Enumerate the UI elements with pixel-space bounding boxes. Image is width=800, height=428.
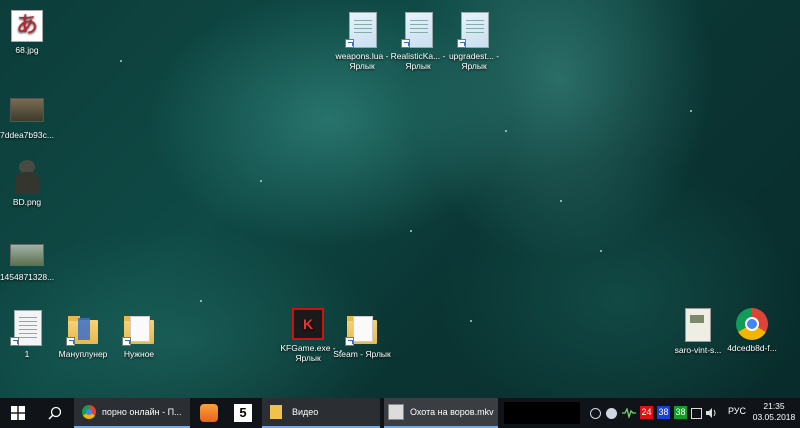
image-thumbnail-icon <box>10 98 44 122</box>
windows-logo-icon <box>11 406 25 420</box>
desktop-icon-68-jpg[interactable]: あ 68.jpg <box>0 10 63 55</box>
desktop-icon-bd-png[interactable]: BD.png <box>0 158 63 207</box>
star <box>470 320 472 322</box>
activity-tray-icon[interactable] <box>620 398 638 428</box>
desktop-icon-label: 4dcedb8d-f... <box>727 343 777 353</box>
search-button[interactable] <box>40 398 70 428</box>
desktop-icon-4dcedb8d[interactable]: 4dcedb8d-f... <box>716 308 788 353</box>
clock-date: 03.05.2018 <box>752 412 796 422</box>
desktop-icon-label: 68.jpg <box>15 45 39 55</box>
star <box>560 200 562 202</box>
player-app-icon <box>200 404 218 422</box>
soldier-image-icon <box>10 158 44 194</box>
search-icon <box>48 406 62 420</box>
tray-badge-blue[interactable]: 38 <box>657 406 670 419</box>
taskbar-item-explorer[interactable]: Видео <box>262 398 380 428</box>
shortcut-arrow-icon <box>122 337 131 346</box>
document-image-icon <box>685 308 711 342</box>
taskbar-item-label: Видео <box>292 407 319 417</box>
desktop-icon-label: Нужное <box>123 349 155 359</box>
text-document-icon <box>10 310 44 346</box>
taskbar: порно онлайн - П... 5 Видео Охота на вор… <box>0 398 800 428</box>
star <box>505 130 507 132</box>
tray-badge-red[interactable]: 24 <box>640 406 653 419</box>
text-document-icon <box>401 12 435 48</box>
steam-logo-icon[interactable] <box>604 398 618 428</box>
kfgame-app-icon: K <box>292 308 324 340</box>
shortcut-arrow-icon <box>345 337 354 346</box>
taskbar-item-video-player[interactable]: Охота на воров.mkv <box>384 398 498 428</box>
star <box>690 110 692 112</box>
tray-badge-green[interactable]: 38 <box>674 406 687 419</box>
desktop-icon-label: upgradest... - Ярлык <box>448 51 500 71</box>
channel-five-icon: 5 <box>234 404 252 422</box>
steam-tray-icon[interactable] <box>588 398 602 428</box>
network-icon[interactable] <box>690 398 702 428</box>
text-document-icon <box>345 12 379 48</box>
image-thumbnail-icon: あ <box>11 10 43 42</box>
image-thumbnail-icon <box>10 244 44 266</box>
folder-icon <box>66 310 100 346</box>
taskbar-pinned-channel5[interactable]: 5 <box>228 398 258 428</box>
taskbar-item-chrome[interactable]: порно онлайн - П... <box>74 398 190 428</box>
language-indicator[interactable]: РУС <box>728 406 746 416</box>
shortcut-arrow-icon <box>345 39 354 48</box>
taskbar-item-label: порно онлайн - П... <box>102 407 182 417</box>
media-player-icon <box>388 404 404 420</box>
desktop-icon-label: BD.png <box>12 197 42 207</box>
desktop-icon-upgradest[interactable]: upgradest... - Ярлык <box>438 12 510 71</box>
star <box>410 230 412 232</box>
chrome-icon <box>82 405 96 419</box>
clock[interactable]: 21:35 03.05.2018 <box>752 401 796 423</box>
taskbar-pinned-app[interactable] <box>194 398 224 428</box>
star <box>600 250 602 252</box>
desktop-icon-nuzhnoe[interactable]: Нужное <box>103 310 175 359</box>
star <box>120 60 122 62</box>
shortcut-arrow-icon <box>401 39 410 48</box>
desktop-icon-label: Steam - Ярлык <box>333 349 391 359</box>
chrome-icon <box>736 308 768 340</box>
shortcut-arrow-icon <box>457 39 466 48</box>
volume-icon[interactable] <box>705 398 717 428</box>
folder-icon <box>270 405 282 419</box>
folder-icon <box>122 310 156 346</box>
desktop-icon-1454871328[interactable]: 1454871328... <box>0 240 63 282</box>
desktop-icon-steam[interactable]: Steam - Ярлык <box>326 310 398 359</box>
shortcut-arrow-icon <box>66 337 75 346</box>
star <box>260 180 262 182</box>
taskbar-item-label: Охота на воров.mkv <box>410 407 494 417</box>
text-document-icon <box>457 12 491 48</box>
desktop-icon-label: 7ddea7b93c... <box>0 130 54 140</box>
folder-icon <box>345 310 379 346</box>
clock-time: 21:35 <box>763 401 785 411</box>
taskbar-blank-panel <box>504 402 580 424</box>
desktop-icon-7ddea7b93c[interactable]: 7ddea7b93c... <box>0 92 63 140</box>
start-button[interactable] <box>0 398 36 428</box>
desktop-icon-label: 1454871328... <box>0 272 55 282</box>
star <box>200 300 202 302</box>
shortcut-arrow-icon <box>10 337 19 346</box>
